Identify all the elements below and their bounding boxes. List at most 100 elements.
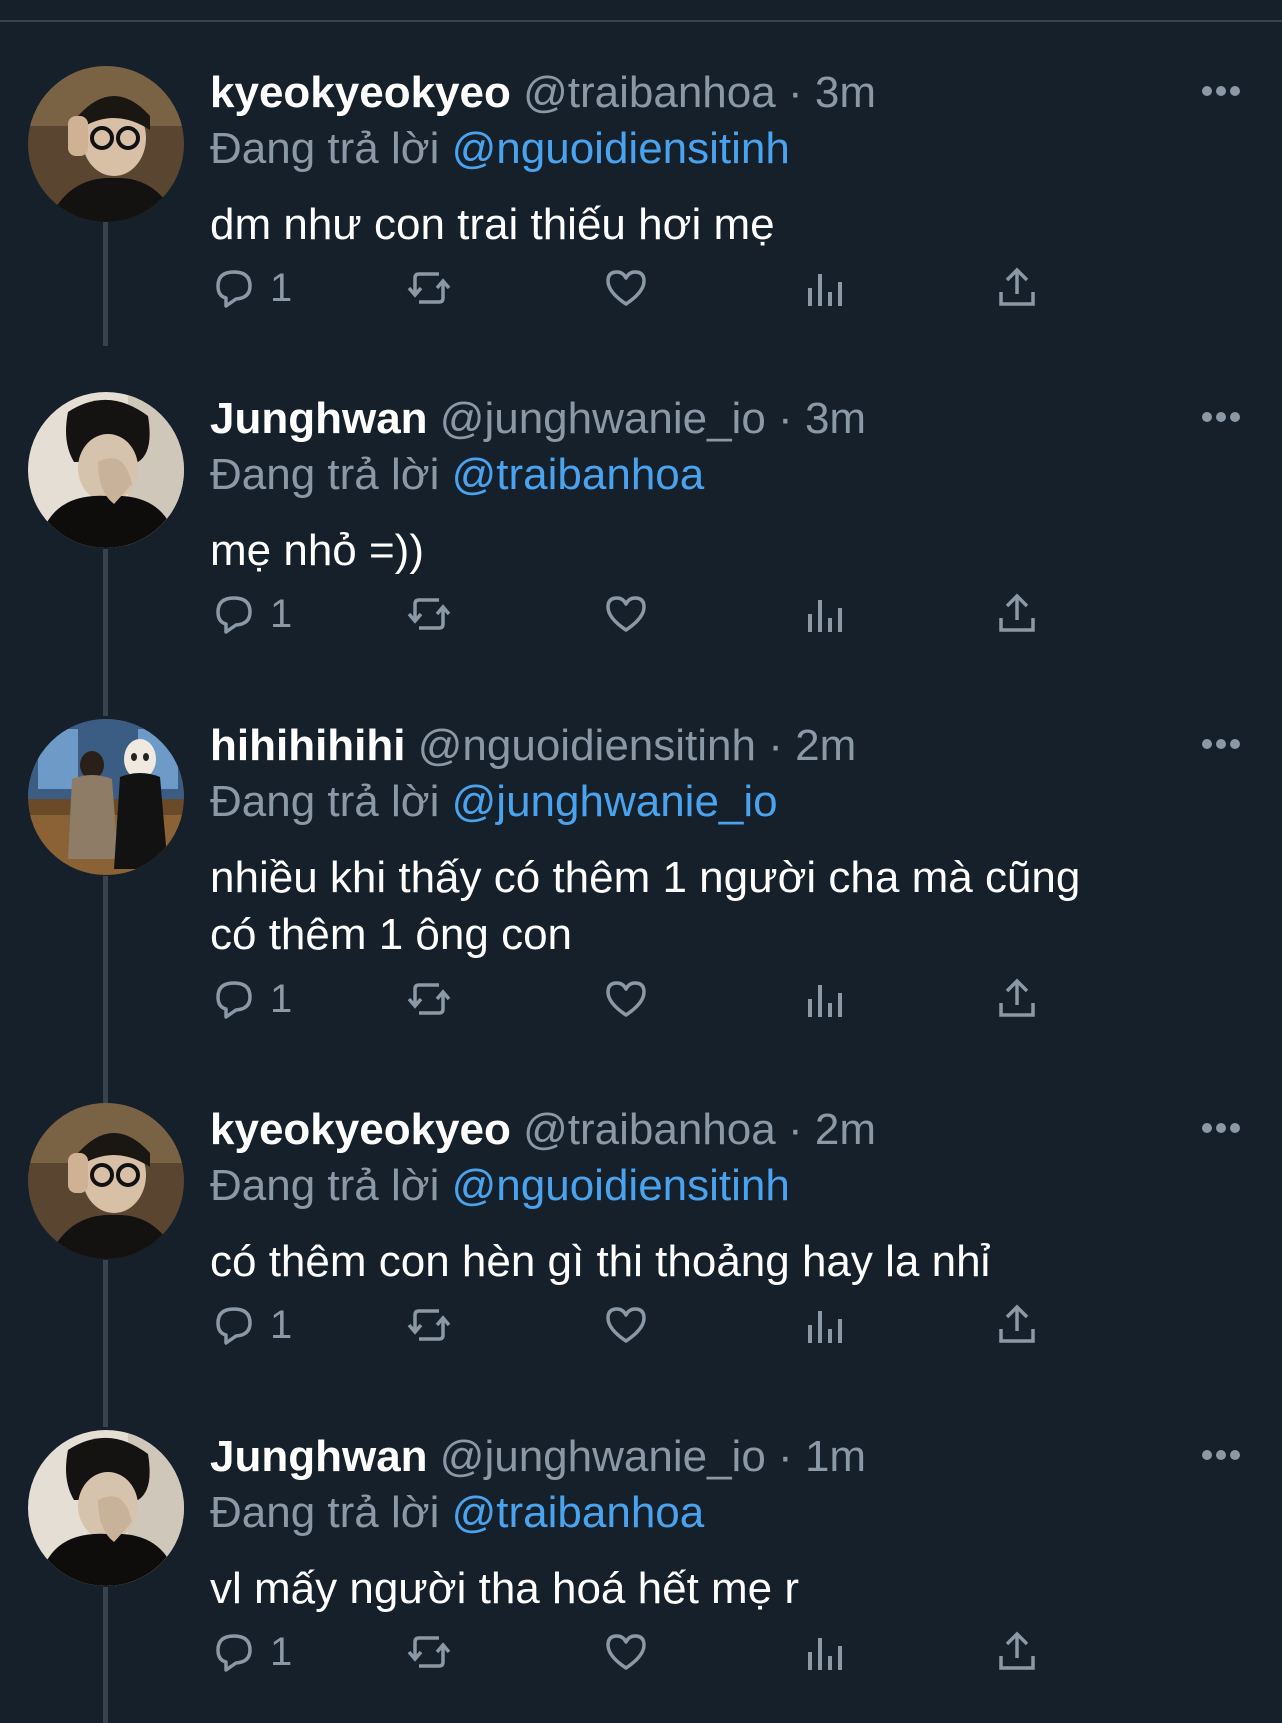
share-icon (999, 1631, 1035, 1670)
avatar[interactable] (28, 719, 184, 875)
views-button[interactable] (800, 1295, 848, 1355)
retweet-button[interactable] (405, 1622, 453, 1682)
mention-link[interactable]: @traibanhoa (452, 1488, 705, 1537)
like-button[interactable] (602, 1622, 650, 1682)
tweet-text-line: vl mấy người tha hoá hết mẹ r (210, 1564, 800, 1613)
avatar[interactable] (28, 392, 184, 548)
share-button[interactable] (993, 1622, 1041, 1682)
reply-icon (216, 981, 252, 1019)
share-icon (999, 978, 1035, 1017)
more-icon (1202, 1123, 1240, 1133)
reply-button[interactable]: 1 (210, 1622, 292, 1682)
display-name[interactable]: kyeokyeokyeo (210, 68, 511, 117)
share-button[interactable] (993, 1295, 1041, 1355)
retweet-button[interactable] (405, 969, 453, 1029)
action-bar: 1 (210, 969, 1170, 1029)
thread-line (103, 549, 108, 716)
share-button[interactable] (993, 584, 1041, 644)
tweet-header: Junghwan @junghwanie_io · 1m (210, 1432, 866, 1482)
tweet-header: hihihihihi @nguoidiensitinh · 2m (210, 721, 856, 771)
action-bar: 1 (210, 584, 1170, 644)
like-button[interactable] (602, 258, 650, 318)
retweet-button[interactable] (405, 1295, 453, 1355)
more-icon (1202, 739, 1240, 749)
views-icon (808, 1638, 842, 1670)
more-options-button[interactable] (1196, 719, 1246, 769)
views-button[interactable] (800, 1622, 848, 1682)
timestamp[interactable]: 3m (805, 394, 866, 443)
separator-dot: · (787, 68, 803, 117)
reply-button[interactable]: 1 (210, 1295, 292, 1355)
separator-dot: · (787, 1105, 803, 1154)
retweet-icon (407, 1636, 451, 1668)
user-handle[interactable]: @traibanhoa (523, 68, 776, 117)
more-options-button[interactable] (1196, 1103, 1246, 1153)
views-icon (808, 600, 842, 632)
avatar[interactable] (28, 66, 184, 222)
thread-line (103, 222, 108, 346)
retweet-icon (407, 598, 451, 630)
mention-link[interactable]: @traibanhoa (452, 450, 705, 499)
thread-line (103, 876, 108, 1103)
mention-link[interactable]: @junghwanie_io (452, 777, 778, 826)
more-icon (1202, 1450, 1240, 1460)
views-button[interactable] (800, 969, 848, 1029)
like-icon (606, 1307, 646, 1343)
like-icon (606, 270, 646, 306)
tweet-header: Junghwan @junghwanie_io · 3m (210, 394, 866, 444)
replying-label: Đang trả lời (210, 1161, 440, 1210)
reply-button[interactable]: 1 (210, 258, 292, 318)
timestamp[interactable]: 2m (815, 1105, 876, 1154)
like-button[interactable] (602, 969, 650, 1029)
reply-icon (216, 1634, 252, 1672)
user-handle[interactable]: @junghwanie_io (440, 1432, 766, 1481)
replying-to: Đang trả lời @nguoidiensitinh (210, 1161, 790, 1211)
display-name[interactable]: kyeokyeokyeo (210, 1105, 511, 1154)
retweet-icon (407, 983, 451, 1015)
avatar-photo (28, 719, 184, 875)
like-icon (606, 1634, 646, 1670)
display-name[interactable]: Junghwan (210, 394, 428, 443)
reply-button[interactable]: 1 (210, 584, 292, 644)
user-handle[interactable]: @junghwanie_io (440, 394, 766, 443)
like-button[interactable] (602, 584, 650, 644)
retweet-button[interactable] (405, 584, 453, 644)
views-button[interactable] (800, 258, 848, 318)
more-options-button[interactable] (1196, 66, 1246, 116)
display-name[interactable]: Junghwan (210, 1432, 428, 1481)
retweet-button[interactable] (405, 258, 453, 318)
views-icon (808, 274, 842, 306)
avatar[interactable] (28, 1103, 184, 1259)
reply-count: 1 (270, 265, 293, 310)
reply-button[interactable]: 1 (210, 969, 292, 1029)
avatar-photo (28, 392, 184, 548)
reply-count: 1 (270, 976, 293, 1021)
timestamp[interactable]: 2m (795, 721, 856, 770)
replying-to: Đang trả lời @traibanhoa (210, 450, 704, 500)
retweet-icon (407, 272, 451, 304)
avatar-photo (28, 66, 184, 222)
views-button[interactable] (800, 584, 848, 644)
avatar-photo (28, 1430, 184, 1586)
share-button[interactable] (993, 258, 1041, 318)
more-options-button[interactable] (1196, 392, 1246, 442)
replying-to: Đang trả lời @traibanhoa (210, 1488, 704, 1538)
timestamp[interactable]: 1m (805, 1432, 866, 1481)
timestamp[interactable]: 3m (815, 68, 876, 117)
avatar[interactable] (28, 1430, 184, 1586)
display-name[interactable]: hihihihihi (210, 721, 406, 770)
reply-icon (216, 270, 252, 308)
mention-link[interactable]: @nguoidiensitinh (452, 1161, 790, 1210)
user-handle[interactable]: @nguoidiensitinh (418, 721, 756, 770)
tweet-text-line: dm như con trai thiếu hơi mẹ (210, 200, 775, 249)
tweet-text-line: nhiều khi thấy có thêm 1 người cha mà cũ… (210, 853, 1081, 902)
reply-count: 1 (270, 591, 293, 636)
more-options-button[interactable] (1196, 1430, 1246, 1480)
retweet-icon (407, 1309, 451, 1341)
views-icon (808, 1311, 842, 1343)
mention-link[interactable]: @nguoidiensitinh (452, 124, 790, 173)
share-button[interactable] (993, 969, 1041, 1029)
user-handle[interactable]: @traibanhoa (523, 1105, 776, 1154)
like-button[interactable] (602, 1295, 650, 1355)
replying-label: Đang trả lời (210, 777, 440, 826)
